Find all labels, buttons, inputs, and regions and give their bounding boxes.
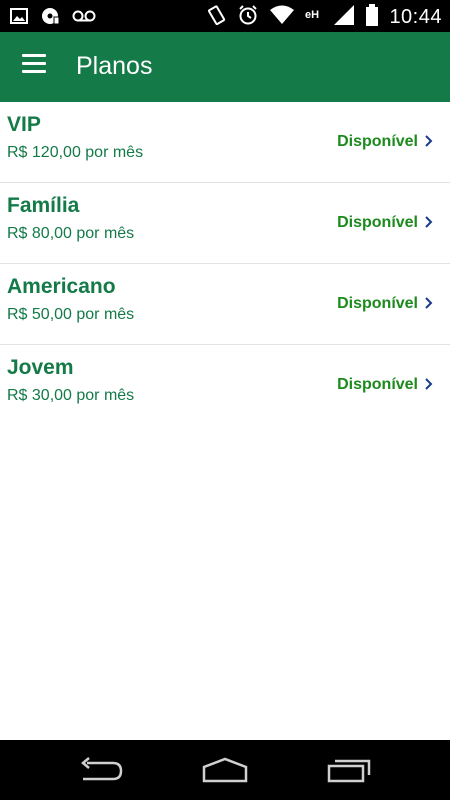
back-icon	[81, 757, 123, 781]
plan-price: R$ 30,00 por mês	[7, 387, 135, 404]
plan-item-familia[interactable]: Família R$ 80,00 por mês Disponível	[0, 183, 450, 264]
media-icon	[40, 6, 60, 31]
page-title: Planos	[76, 52, 153, 80]
wifi-icon	[269, 5, 295, 30]
battery-icon	[365, 4, 379, 31]
app-bar: Planos	[0, 32, 450, 102]
status-bar: eH 10:44	[0, 0, 450, 32]
plan-name: Jovem	[7, 356, 74, 379]
menu-button[interactable]	[22, 54, 48, 80]
plan-item-vip[interactable]: VIP R$ 120,00 por mês Disponível	[0, 102, 450, 183]
image-icon	[10, 7, 28, 30]
plan-status: Disponível	[337, 214, 418, 231]
signal-icon	[333, 4, 355, 31]
plan-status: Disponível	[337, 376, 418, 393]
svg-text:eH: eH	[305, 9, 319, 21]
plan-name: VIP	[7, 113, 41, 136]
plan-name: Família	[7, 194, 80, 217]
alarm-icon	[237, 4, 259, 31]
home-button[interactable]	[195, 750, 255, 790]
plan-name: Americano	[7, 275, 116, 298]
chevron-right-icon	[425, 135, 433, 147]
menu-icon	[22, 54, 46, 57]
chevron-right-icon	[425, 216, 433, 228]
plan-price: R$ 50,00 por mês	[7, 306, 135, 323]
voicemail-icon	[72, 9, 96, 28]
data-icon: eH	[305, 5, 323, 30]
plan-price: R$ 80,00 por mês	[7, 225, 135, 242]
plan-item-americano[interactable]: Americano R$ 50,00 por mês Disponível	[0, 264, 450, 345]
plan-price: R$ 120,00 por mês	[7, 144, 144, 161]
recents-button[interactable]	[320, 750, 380, 790]
recents-icon	[327, 759, 371, 783]
plan-list: VIP R$ 120,00 por mês Disponível Família…	[0, 102, 450, 425]
nav-bar	[0, 740, 450, 800]
clock: 10:44	[389, 6, 442, 28]
home-icon	[202, 757, 248, 783]
plan-status: Disponível	[337, 133, 418, 150]
chevron-right-icon	[425, 378, 433, 390]
chevron-right-icon	[425, 297, 433, 309]
rotate-icon	[207, 4, 227, 31]
plan-status: Disponível	[337, 295, 418, 312]
back-button[interactable]	[70, 750, 130, 790]
plan-item-jovem[interactable]: Jovem R$ 30,00 por mês Disponível	[0, 345, 450, 425]
